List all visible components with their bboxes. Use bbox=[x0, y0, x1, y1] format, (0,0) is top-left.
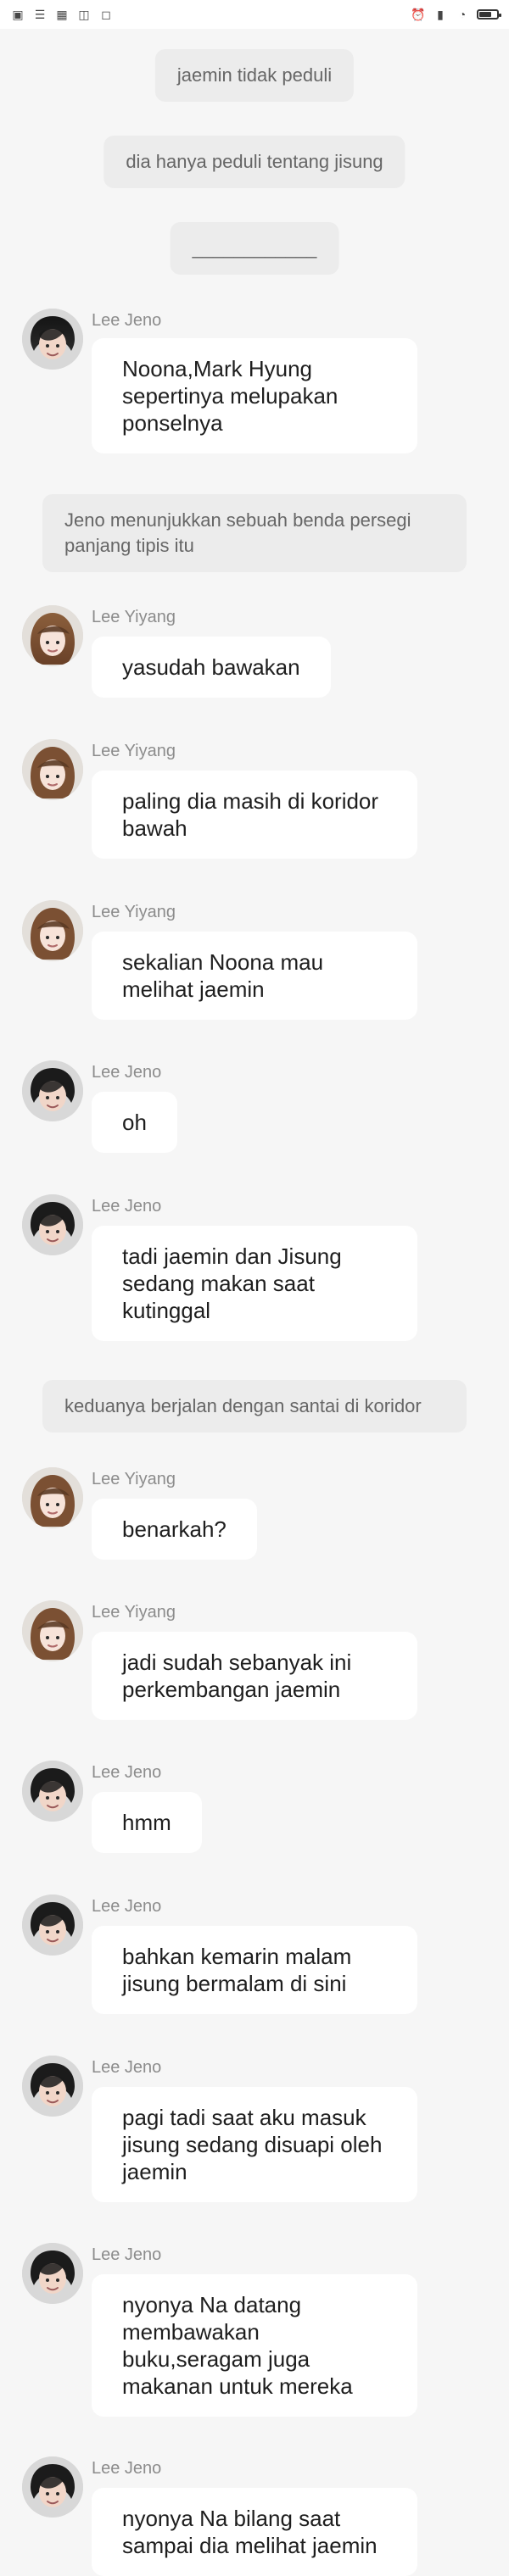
avatar-lee-jeno[interactable] bbox=[22, 1060, 83, 1121]
app-icon-2: ☰ bbox=[34, 8, 46, 21]
sender-name: Lee Yiyang bbox=[92, 1603, 176, 1622]
sender-name: Lee Jeno bbox=[92, 1897, 162, 1916]
sender-name: Lee Yiyang bbox=[92, 903, 176, 921]
sender-name: Lee Yiyang bbox=[92, 1470, 176, 1488]
app-icon-1: ▣ bbox=[12, 8, 24, 21]
battery-fill bbox=[479, 12, 491, 17]
sender-name: Lee Jeno bbox=[92, 1197, 162, 1216]
app-icon-5: ◻ bbox=[101, 8, 111, 21]
wifi-icon: ◔ bbox=[458, 8, 467, 21]
sender-name: Lee Yiyang bbox=[92, 742, 176, 760]
avatar-lee-yiyang[interactable] bbox=[22, 1467, 83, 1528]
system-message-3: ____________ bbox=[170, 222, 339, 275]
app-icon-3: ▦ bbox=[56, 8, 68, 21]
avatar-lee-jeno[interactable] bbox=[22, 1894, 83, 1956]
sender-name: Lee Jeno bbox=[92, 1063, 162, 1082]
message-bubble[interactable]: benarkah? bbox=[92, 1499, 257, 1560]
avatar-lee-yiyang[interactable] bbox=[22, 900, 83, 961]
message-bubble[interactable]: hmm bbox=[92, 1792, 202, 1853]
system-message-1: jaemin tidak peduli bbox=[154, 49, 355, 102]
message-bubble[interactable]: nyonya Na bilang saat sampai dia melihat… bbox=[92, 2488, 417, 2576]
message-bubble[interactable]: bahkan kemarin malam jisung bermalam di … bbox=[92, 1926, 417, 2014]
sender-name: Lee Jeno bbox=[92, 2058, 162, 2077]
avatar-lee-jeno[interactable] bbox=[22, 2456, 83, 2518]
avatar-lee-jeno[interactable] bbox=[22, 1761, 83, 1822]
battery-icon bbox=[477, 9, 501, 19]
message-bubble[interactable]: Noona,Mark Hyung sepertinya melupakan po… bbox=[92, 338, 417, 453]
system-message-4: Jeno menunjukkan sebuah benda persegi pa… bbox=[42, 494, 467, 572]
message-bubble[interactable]: pagi tadi saat aku masuk jisung sedang d… bbox=[92, 2087, 417, 2202]
system-message-5: keduanya berjalan dengan santai di korid… bbox=[42, 1380, 467, 1433]
message-bubble[interactable]: nyonya Na datang membawakan buku,seragam… bbox=[92, 2274, 417, 2417]
alarm-icon: ⏰ bbox=[411, 8, 426, 21]
avatar-lee-yiyang[interactable] bbox=[22, 1600, 83, 1661]
status-bar-right-icons: ⏰ ▮ ◔ bbox=[411, 7, 501, 22]
sender-name: Lee Yiyang bbox=[92, 608, 176, 626]
avatar-lee-jeno[interactable] bbox=[22, 2056, 83, 2117]
signal-icon: ▮ bbox=[437, 8, 444, 21]
message-bubble[interactable]: paling dia masih di koridor bawah bbox=[92, 771, 417, 859]
app-icon-4: ◫ bbox=[78, 8, 90, 21]
message-bubble[interactable]: sekalian Noona mau melihat jaemin bbox=[92, 932, 417, 1020]
sender-name: Lee Jeno bbox=[92, 1763, 162, 1782]
status-bar: ▣ ☰ ▦ ◫ ◻ ⏰ ▮ ◔ bbox=[0, 0, 509, 29]
status-bar-left-icons: ▣ ☰ ▦ ◫ ◻ bbox=[10, 7, 114, 22]
avatar-lee-jeno[interactable] bbox=[22, 2243, 83, 2304]
sender-name: Lee Jeno bbox=[92, 311, 162, 330]
avatar-lee-jeno[interactable] bbox=[22, 1194, 83, 1255]
avatar-lee-yiyang[interactable] bbox=[22, 739, 83, 800]
avatar-lee-yiyang[interactable] bbox=[22, 605, 83, 666]
message-bubble[interactable]: yasudah bawakan bbox=[92, 637, 331, 698]
system-message-2: dia hanya peduli tentang jisung bbox=[103, 136, 406, 188]
message-bubble[interactable]: tadi jaemin dan Jisung sedang makan saat… bbox=[92, 1226, 417, 1341]
avatar-lee-jeno[interactable] bbox=[22, 309, 83, 370]
sender-name: Lee Jeno bbox=[92, 2459, 162, 2478]
message-bubble[interactable]: oh bbox=[92, 1092, 177, 1153]
sender-name: Lee Jeno bbox=[92, 2245, 162, 2264]
message-bubble[interactable]: jadi sudah sebanyak ini perkembangan jae… bbox=[92, 1632, 417, 1720]
